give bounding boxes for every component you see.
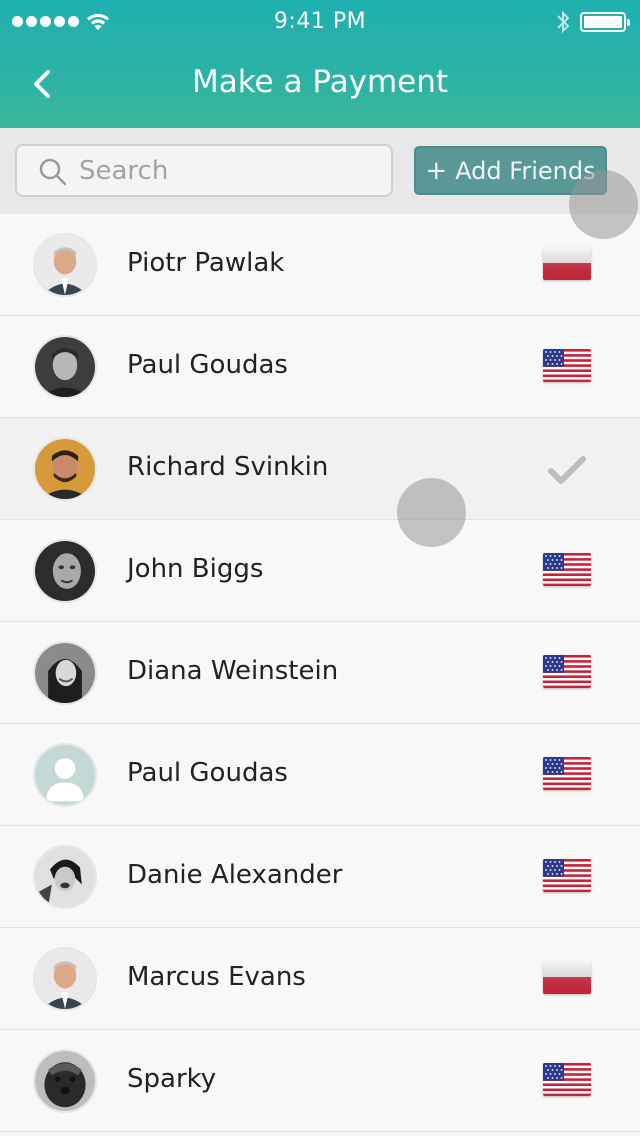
avatar (33, 233, 97, 297)
friend-name: Richard Svinkin (127, 452, 329, 482)
avatar (33, 947, 97, 1011)
usa-flag-icon (543, 757, 591, 790)
checkmark-icon (548, 456, 586, 484)
friends-list: Piotr Pawlak Paul Goudas Richard Svinkin… (0, 214, 640, 1132)
list-item[interactable]: Danie Alexander (0, 826, 640, 928)
plus-icon: + (425, 155, 448, 186)
friend-name: Sparky (127, 1064, 217, 1094)
touch-indicator (397, 478, 466, 547)
list-item[interactable]: Sparky (0, 1030, 640, 1132)
friend-name: Diana Weinstein (127, 656, 339, 686)
list-item[interactable]: Paul Goudas (0, 316, 640, 418)
add-friends-label: Add Friends (455, 156, 596, 185)
header: 9:41 PM Make a Payment (0, 0, 640, 128)
status-bar: 9:41 PM (0, 0, 640, 44)
avatar (33, 641, 97, 705)
page-title: Make a Payment (191, 64, 449, 100)
friend-name: Marcus Evans (127, 962, 306, 992)
bluetooth-icon (557, 10, 570, 34)
avatar (33, 845, 97, 909)
usa-flag-icon (543, 655, 591, 688)
poland-flag-icon (543, 961, 591, 994)
avatar (33, 743, 97, 807)
status-time: 9:41 PM (273, 9, 367, 34)
list-item[interactable]: Richard Svinkin (0, 418, 640, 520)
list-item[interactable]: Piotr Pawlak (0, 214, 640, 316)
list-item[interactable]: Paul Goudas (0, 724, 640, 826)
friend-name: John Biggs (127, 554, 264, 584)
list-item[interactable]: John Biggs (0, 520, 640, 622)
avatar (33, 539, 97, 603)
touch-indicator (569, 170, 638, 239)
friend-name: Paul Goudas (127, 350, 288, 380)
friend-name: Piotr Pawlak (127, 248, 285, 278)
friend-name: Paul Goudas (127, 758, 288, 788)
search-input[interactable] (79, 154, 379, 188)
search-bar: + Add Friends (0, 128, 640, 214)
avatar (33, 1049, 97, 1113)
poland-flag-icon (543, 247, 591, 280)
usa-flag-icon (543, 553, 591, 586)
search-icon (39, 158, 67, 186)
battery-icon (580, 12, 630, 32)
list-item[interactable]: Diana Weinstein (0, 622, 640, 724)
avatar (33, 335, 97, 399)
friend-name: Danie Alexander (127, 860, 343, 890)
usa-flag-icon (543, 859, 591, 892)
search-field[interactable] (15, 144, 393, 197)
avatar (33, 437, 97, 501)
list-item[interactable]: Marcus Evans (0, 928, 640, 1030)
usa-flag-icon (543, 1063, 591, 1096)
usa-flag-icon (543, 349, 591, 382)
